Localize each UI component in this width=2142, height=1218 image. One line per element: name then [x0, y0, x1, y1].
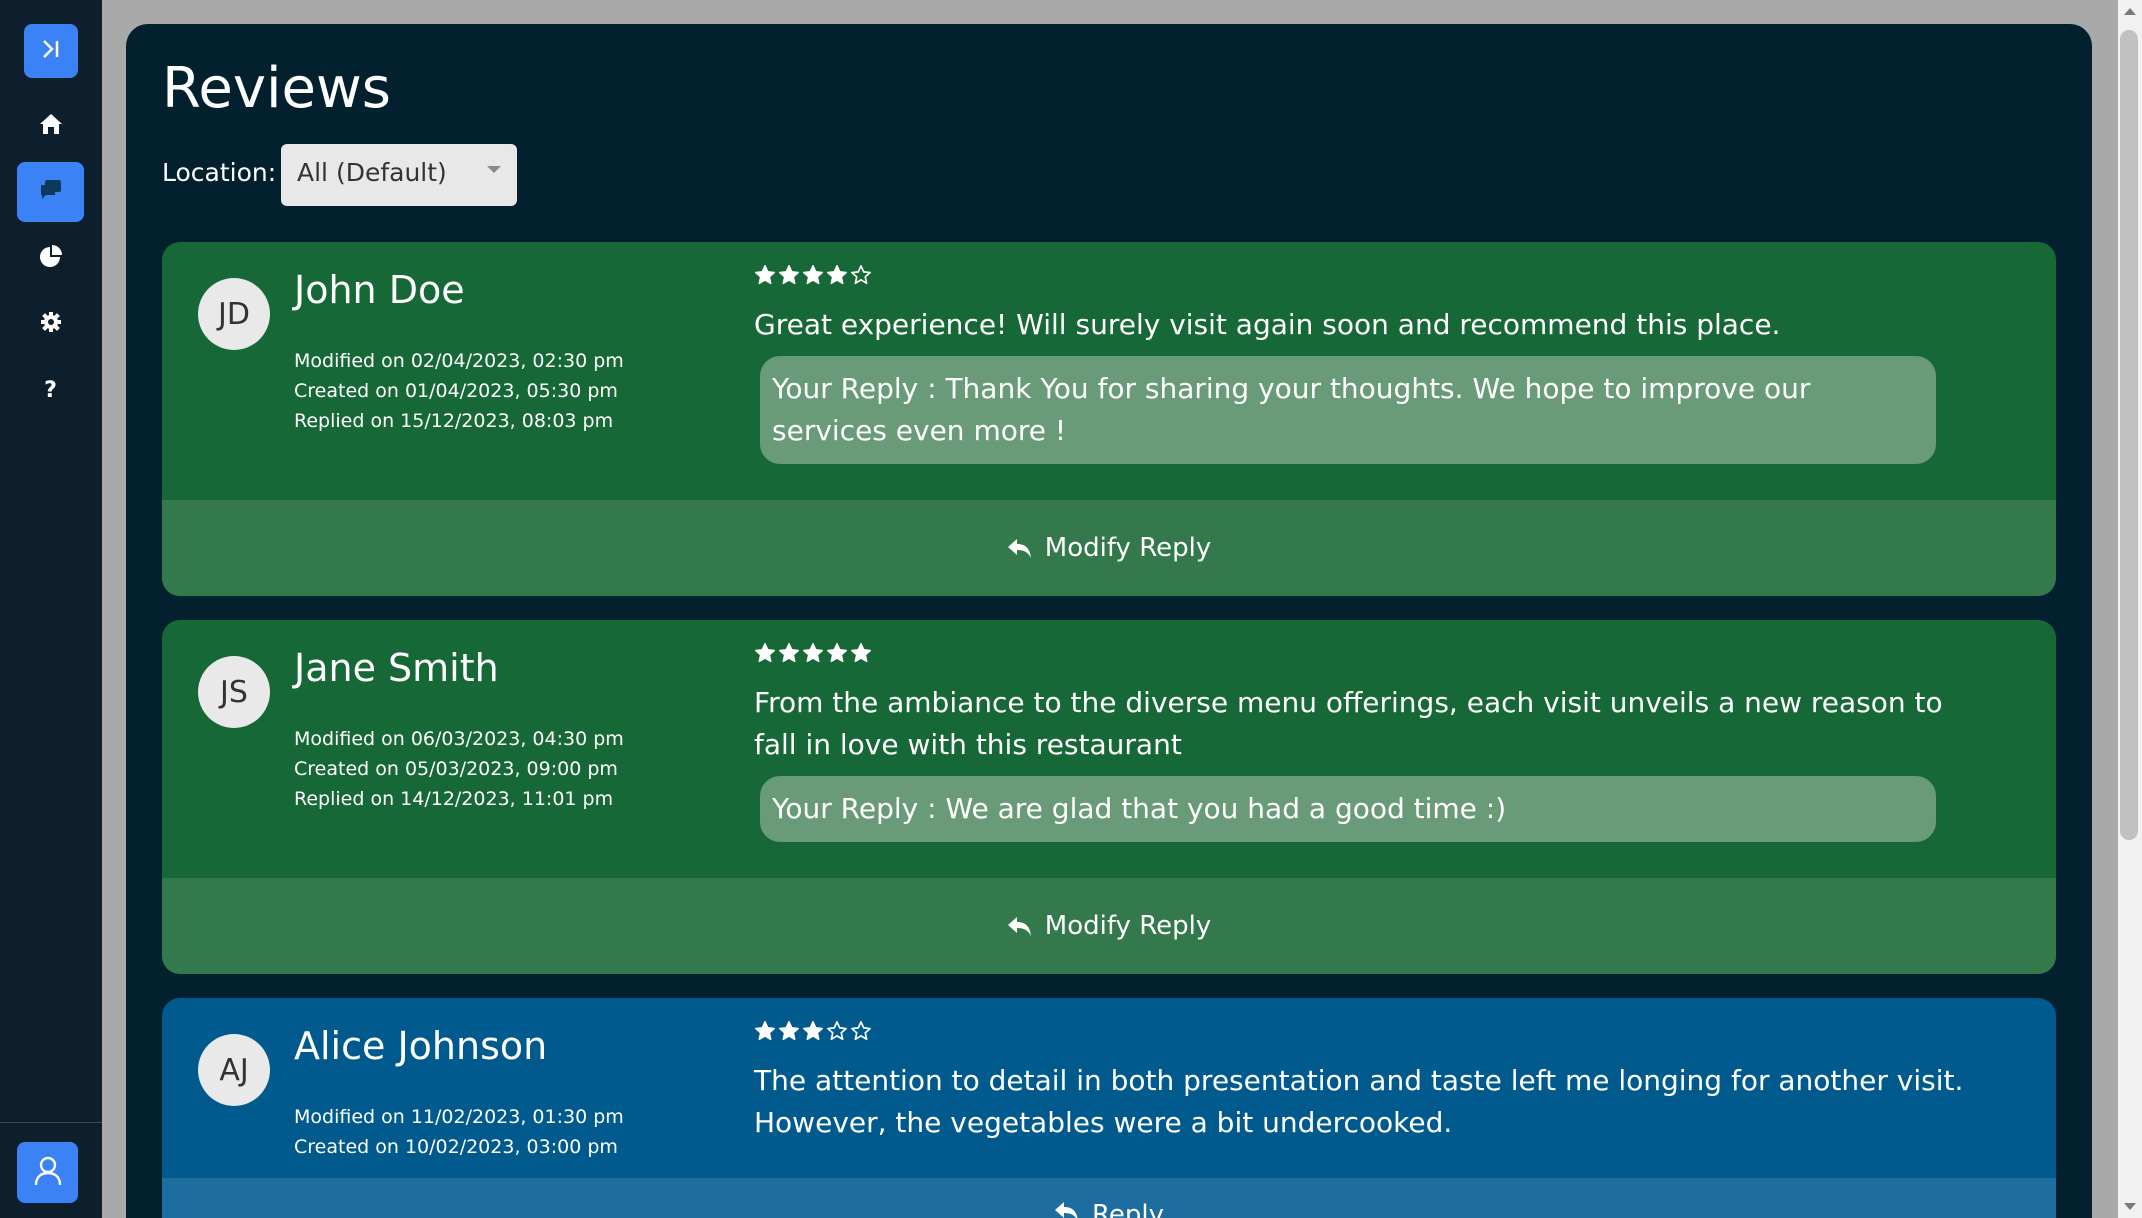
- modify-reply-button[interactable]: Modify Reply: [162, 878, 2056, 974]
- sidebar-item-analytics[interactable]: [17, 228, 84, 288]
- reviewer-name: Alice Johnson: [294, 1024, 548, 1068]
- review-text: The attention to detail in both presenta…: [754, 1064, 1964, 1139]
- created-date: Created on 01/04/2023, 05:30 pm: [294, 380, 618, 402]
- reply-box: Your Reply : We are glad that you had a …: [760, 776, 1936, 842]
- replied-date: Replied on 15/12/2023, 08:03 pm: [294, 410, 614, 432]
- sidebar-item-reviews[interactable]: [17, 162, 84, 222]
- chat-bubbles-icon: [38, 178, 64, 206]
- star-filled-icon: [779, 1021, 799, 1041]
- avatar: JD: [198, 278, 270, 350]
- sidebar-expand-icon: [38, 36, 64, 66]
- reply-button[interactable]: Reply: [162, 1178, 2056, 1218]
- star-filled-icon: [755, 1021, 775, 1041]
- caret-down-icon: [487, 166, 501, 173]
- review-text: From the ambiance to the diverse menu of…: [754, 686, 1943, 761]
- sidebar: ?: [0, 0, 102, 1218]
- star-filled-icon: [803, 643, 823, 663]
- star-empty-icon: [851, 265, 871, 285]
- sidebar-toggle-button[interactable]: [24, 24, 78, 78]
- star-filled-icon: [755, 643, 775, 663]
- modify-reply-label: Modify Reply: [1044, 533, 1212, 563]
- review-card: AJ Alice Johnson Modified on 11/02/2023,…: [162, 998, 2056, 1218]
- star-rating: [754, 264, 872, 286]
- star-filled-icon: [755, 265, 775, 285]
- created-date: Created on 10/02/2023, 03:00 pm: [294, 1136, 618, 1158]
- modify-reply-label: Modify Reply: [1044, 911, 1212, 941]
- scroll-down-icon[interactable]: [2124, 1203, 2136, 1210]
- help-icon: ?: [44, 377, 57, 403]
- star-empty-icon: [851, 1021, 871, 1041]
- star-filled-icon: [827, 265, 847, 285]
- modify-reply-button[interactable]: Modify Reply: [162, 500, 2056, 596]
- star-rating: [754, 642, 872, 664]
- star-filled-icon: [851, 643, 871, 663]
- sidebar-item-home[interactable]: [17, 96, 84, 156]
- reply-arrow-icon: [1007, 915, 1033, 937]
- reviewer-name: Jane Smith: [294, 646, 499, 690]
- modified-date: Modified on 02/04/2023, 02:30 pm: [294, 350, 624, 372]
- created-date: Created on 05/03/2023, 09:00 pm: [294, 758, 618, 780]
- star-rating: [754, 1020, 872, 1042]
- profile-button[interactable]: [17, 1142, 78, 1203]
- scroll-up-icon[interactable]: [2124, 8, 2136, 15]
- avatar: JS: [198, 656, 270, 728]
- sidebar-item-settings[interactable]: [17, 294, 84, 354]
- modified-date: Modified on 06/03/2023, 04:30 pm: [294, 728, 624, 750]
- reviewer-name: John Doe: [294, 268, 465, 312]
- user-icon: [33, 1155, 63, 1191]
- reply-arrow-icon: [1054, 1200, 1080, 1218]
- star-empty-icon: [827, 1021, 847, 1041]
- reply-arrow-icon: [1007, 537, 1033, 559]
- home-icon: [38, 112, 64, 140]
- star-filled-icon: [803, 1021, 823, 1041]
- location-select[interactable]: All (Default): [281, 144, 517, 206]
- scrollbar-thumb[interactable]: [2120, 30, 2138, 840]
- modified-date: Modified on 11/02/2023, 01:30 pm: [294, 1106, 624, 1128]
- star-filled-icon: [803, 265, 823, 285]
- sidebar-divider: [0, 1122, 102, 1123]
- page-title: Reviews: [162, 56, 391, 121]
- review-card: JS Jane Smith Modified on 06/03/2023, 04…: [162, 620, 2056, 974]
- location-select-value: All (Default): [297, 158, 447, 187]
- main-panel: Reviews Location: All (Default) JD John …: [126, 24, 2092, 1218]
- gear-icon: [39, 310, 63, 338]
- location-label: Location:: [162, 158, 277, 187]
- replied-date: Replied on 14/12/2023, 11:01 pm: [294, 788, 614, 810]
- reply-box: Your Reply : Thank You for sharing your …: [760, 356, 1936, 464]
- reply-label: Reply: [1091, 1200, 1164, 1218]
- star-filled-icon: [779, 643, 799, 663]
- star-filled-icon: [779, 265, 799, 285]
- pie-chart-icon: [38, 243, 64, 273]
- review-text: Great experience! Will surely visit agai…: [754, 308, 1781, 341]
- review-card: JD John Doe Modified on 02/04/2023, 02:3…: [162, 242, 2056, 596]
- avatar: AJ: [198, 1034, 270, 1106]
- sidebar-item-help[interactable]: ?: [17, 360, 84, 420]
- star-filled-icon: [827, 643, 847, 663]
